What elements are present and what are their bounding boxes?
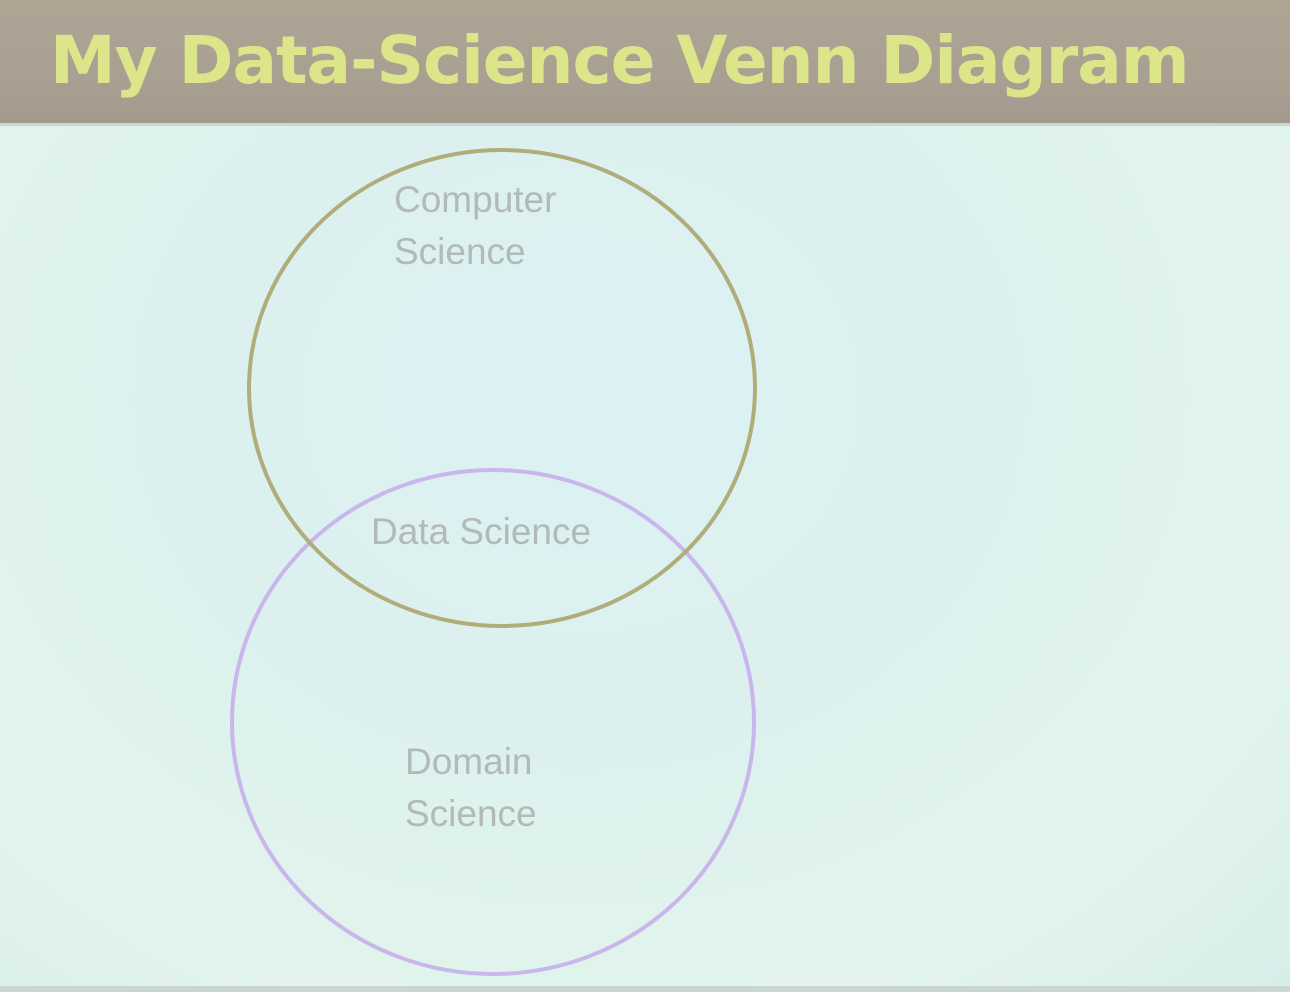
venn-diagram [230,148,757,976]
computer-science-label: Computer Science [394,174,556,278]
data-science-label-text: Data Science [371,511,592,552]
domain-science-label-line2: Science [405,793,537,834]
domain-science-label: Domain Science [405,736,537,840]
computer-science-label-line2: Science [394,231,526,272]
slide: My Data-Science Venn Diagram Computer Sc… [0,0,1290,992]
screen-bottom-edge [0,986,1290,992]
data-science-label: Data Science [371,506,591,558]
domain-science-label-line1: Domain [405,741,533,782]
computer-science-label-line1: Computer [394,179,557,220]
